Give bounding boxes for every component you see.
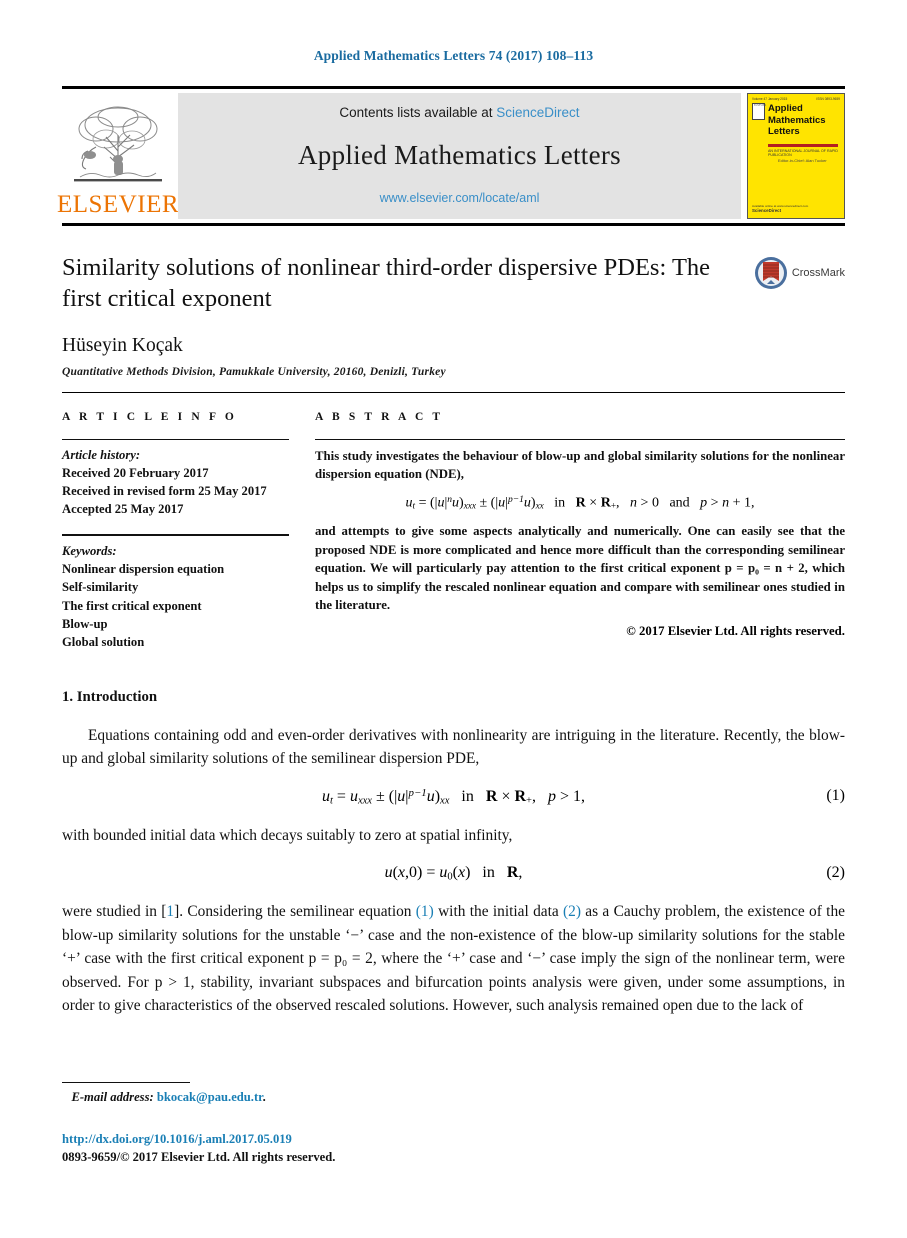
cover-bottom-brand: ScienceDirect: [752, 207, 782, 213]
article-info-heading: A R T I C L E I N F O: [62, 410, 237, 423]
equation-1: ut = uxxx ± (|u|p−1u)xx in R × R+, p > 1…: [321, 786, 586, 807]
abstract-column: A B S T R A C T This study investigates …: [315, 411, 845, 639]
author-name: Hüseyin Koçak: [62, 334, 183, 356]
contents-prefix: Contents lists available at: [339, 105, 493, 120]
keywords-rule: [62, 534, 289, 537]
article-info-column: A R T I C L E I N F O Article history: R…: [62, 411, 315, 651]
para3-part-b: ]. Considering the semilinear equation: [174, 903, 416, 921]
title-bottom-rule: [62, 391, 845, 393]
crossmark-label: CrossMark: [791, 267, 845, 279]
abstract-rule: [315, 438, 845, 440]
info-abstract-columns: A R T I C L E I N F O Article history: R…: [62, 411, 845, 651]
cover-title-line3: Letters: [768, 126, 800, 138]
cover-title-line2: Mathematics: [768, 114, 826, 126]
intro-paragraph-3: were studied in [1]. Considering the sem…: [62, 900, 845, 1017]
keywords-block: Keywords: Nonlinear dispersion equation …: [62, 542, 289, 651]
author-affiliation: Quantitative Methods Division, Pamukkale…: [62, 365, 446, 378]
equation-link-2[interactable]: (2): [563, 903, 581, 920]
abstract-paragraph-2: and attempts to give some aspects analyt…: [315, 524, 845, 613]
abstract-heading: A B S T R A C T: [315, 410, 444, 423]
cover-issn-text: ISSN 0893-9659: [816, 97, 840, 101]
citation-ref-1[interactable]: 1: [166, 903, 174, 920]
doi-link[interactable]: http://dx.doi.org/10.1016/j.aml.2017.05.…: [62, 1132, 292, 1147]
cover-subtitle: AN INTERNATIONAL JOURNAL OF RAPID PUBLIC…: [768, 149, 838, 157]
abstract-equation: ut = (|u|nu)xxx ± (|u|p−1u)xx in R × R+,…: [405, 494, 755, 511]
abstract-copyright: © 2017 Elsevier Ltd. All rights reserved…: [626, 623, 845, 638]
equation-1-number: (1): [826, 786, 845, 804]
history-item: Received in revised form 25 May 2017: [62, 483, 267, 498]
para3-part-a: were studied in [: [62, 903, 167, 921]
equation-link-1[interactable]: (1): [416, 903, 434, 920]
equation-2-number: (2): [826, 863, 845, 881]
equation-2: u(x,0) = u0(x) in R,: [384, 863, 523, 883]
equation-2-row: u(x,0) = u0(x) in R, (2): [62, 864, 845, 883]
issn-copyright-line: 0893-9659/© 2017 Elsevier Ltd. All right…: [62, 1150, 336, 1164]
email-label: E-mail address:: [71, 1090, 154, 1104]
email-period: .: [262, 1090, 266, 1104]
journal-cover-thumbnail[interactable]: Volume 47 January 2015 ISSN 0893-9659 EL…: [747, 93, 845, 219]
section-heading-introduction: 1. Introduction: [62, 688, 158, 705]
elsevier-tree-icon: [74, 106, 162, 182]
keyword-item: Self-similarity: [62, 580, 139, 595]
title-text-wrap: Similarity solutions of nonlinear third-…: [62, 252, 754, 315]
page-title: Similarity solutions of nonlinear third-…: [62, 254, 711, 313]
journal-homepage-link[interactable]: www.elsevier.com/locate/aml: [380, 191, 540, 205]
article-info-rule: [62, 438, 289, 440]
equation-1-row: ut = uxxx ± (|u|p−1u)xx in R × R+, p > 1…: [62, 787, 845, 807]
history-item: Received 20 February 2017: [62, 465, 209, 480]
elsevier-wordmark: ELSEVIER: [56, 191, 180, 218]
title-block: Similarity solutions of nonlinear third-…: [62, 252, 845, 315]
keyword-item: Global solution: [62, 634, 145, 649]
history-item: Accepted 25 May 2017: [62, 502, 184, 517]
footnote-divider: [62, 1082, 190, 1083]
cover-top-bar: Volume 47 January 2015 ISSN 0893-9659: [748, 94, 844, 102]
keyword-item: The first critical exponent: [62, 598, 202, 613]
keywords-label: Keywords:: [62, 544, 117, 559]
cover-editor: Editor-in-Chief: Alan Tucker: [778, 158, 827, 163]
keyword-item: Nonlinear dispersion equation: [62, 562, 225, 577]
masthead-center-panel: Contents lists available at ScienceDirec…: [178, 93, 741, 219]
cover-journal-title: Applied Mathematics Letters: [768, 103, 826, 138]
cover-volume-text: Volume 47 January 2015: [752, 97, 788, 101]
contents-available-line: Contents lists available at ScienceDirec…: [339, 105, 579, 120]
crossmark-icon: [754, 257, 787, 289]
masthead-bottom-rule: [62, 223, 845, 226]
footnote-email-line: E-mail address: bkocak@pau.edu.tr.: [62, 1090, 266, 1105]
crossmark-badge[interactable]: CrossMark: [754, 252, 845, 290]
abstract-paragraph-1: This study investigates the behaviour of…: [315, 448, 845, 482]
paper-page: Applied Mathematics Letters 74 (2017) 10…: [0, 0, 907, 1238]
elsevier-logo: ELSEVIER: [57, 93, 179, 219]
keyword-item: Blow-up: [62, 616, 108, 631]
sciencedirect-link[interactable]: ScienceDirect: [496, 105, 579, 120]
journal-title: Applied Mathematics Letters: [297, 140, 621, 170]
email-link[interactable]: bkocak@pau.edu.tr: [157, 1090, 263, 1104]
para3-part-c: with the initial data: [433, 903, 564, 921]
cover-elsevier-box: ELSEVIER: [752, 103, 766, 120]
journal-masthead: ELSEVIER Contents lists available at Sci…: [57, 86, 845, 219]
running-head: Applied Mathematics Letters 74 (2017) 10…: [313, 48, 594, 63]
article-history-block: Article history: Received 20 February 20…: [62, 446, 289, 519]
cover-bottom-text: Available online at www.sciencedirect.co…: [752, 204, 808, 214]
intro-paragraph-2: with bounded initial data which decays s…: [62, 827, 513, 845]
intro-paragraph-1: Equations containing odd and even-order …: [62, 726, 845, 768]
cover-red-divider: [768, 144, 838, 147]
article-history-label: Article history:: [62, 447, 141, 462]
cover-title-line1: Applied: [768, 103, 803, 114]
